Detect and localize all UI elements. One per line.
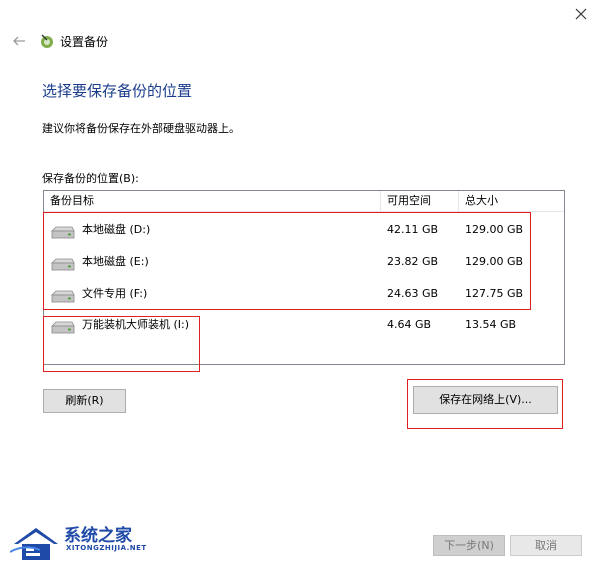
- refresh-button[interactable]: 刷新(R): [43, 389, 126, 413]
- highlight-box-usb-drive: [43, 316, 200, 372]
- window-left-edge: [0, 0, 10, 567]
- highlight-box-local-drives: [43, 212, 531, 310]
- backup-app-icon: [38, 32, 56, 50]
- close-icon: [575, 8, 587, 20]
- close-button[interactable]: [568, 2, 594, 26]
- row-free-space: 4.64 GB: [387, 318, 432, 331]
- list-header: 备份目标 可用空间 总大小: [44, 191, 564, 212]
- row-total-size: 13.54 GB: [465, 318, 517, 331]
- cancel-button[interactable]: 取消: [510, 535, 582, 556]
- column-header-free-space[interactable]: 可用空间: [381, 191, 459, 211]
- watermark-name: 系统之家: [64, 526, 132, 546]
- column-header-target[interactable]: 备份目标: [44, 191, 381, 211]
- next-button[interactable]: 下一步(N): [433, 535, 505, 556]
- backup-settings-window: 设置备份 选择要保存备份的位置 建议你将备份保存在外部硬盘驱动器上。 保存备份的…: [0, 0, 600, 567]
- page-heading: 选择要保存备份的位置: [42, 82, 193, 100]
- watermark-url: XITONGZHIJIA.NET: [66, 544, 147, 552]
- window-title: 设置备份: [60, 34, 109, 49]
- save-on-network-button[interactable]: 保存在网络上(V)...: [413, 386, 558, 414]
- back-arrow-icon[interactable]: [12, 34, 26, 48]
- page-description: 建议你将备份保存在外部硬盘驱动器上。: [42, 122, 240, 135]
- title-bar: 设置备份: [12, 30, 108, 52]
- column-header-total-size[interactable]: 总大小: [459, 191, 564, 211]
- location-label: 保存备份的位置(B):: [42, 172, 139, 185]
